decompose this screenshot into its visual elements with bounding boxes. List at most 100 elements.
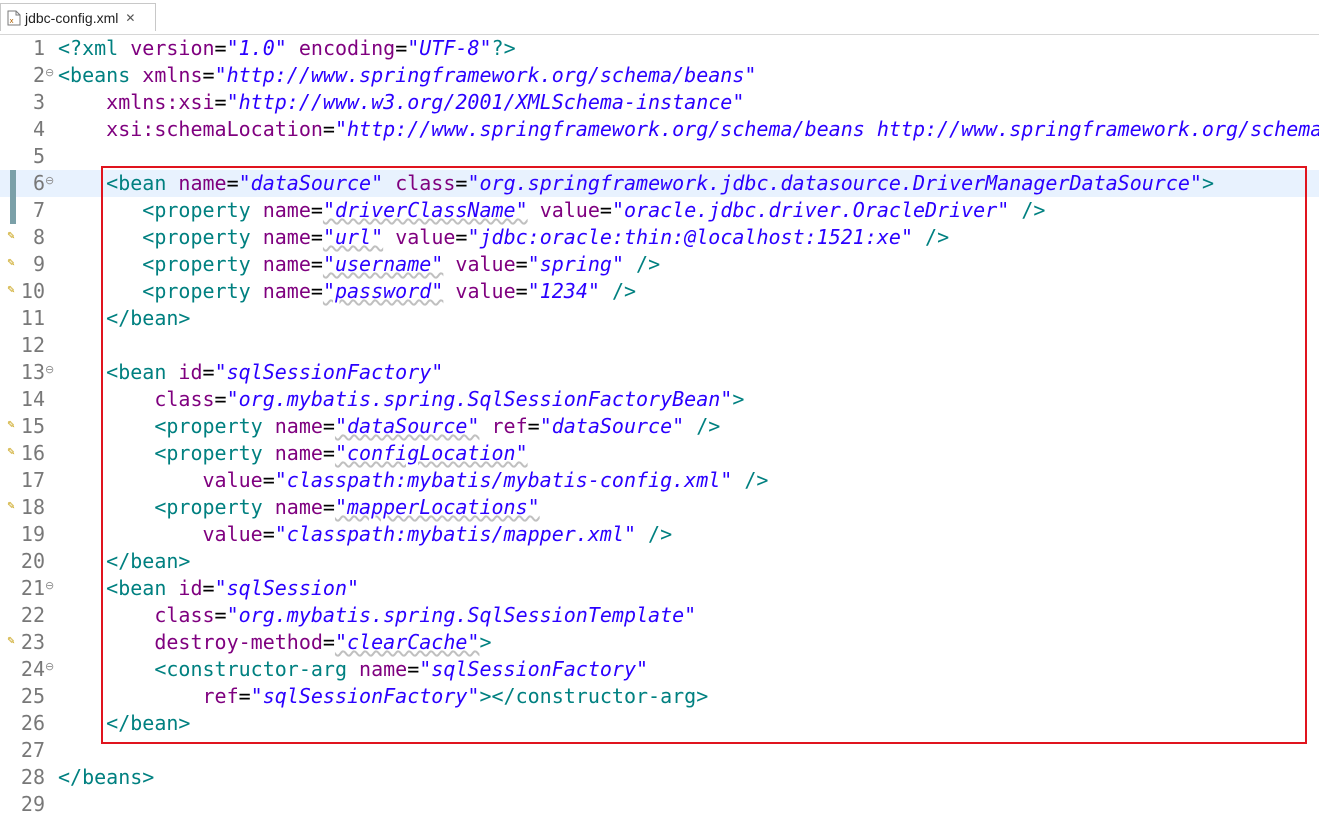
code-text: xsi:schemaLocation="http://www.springfra… <box>58 116 1319 143</box>
line-number: 13 <box>20 360 45 384</box>
line-number: 7 <box>32 198 45 222</box>
xml-tag: /> <box>611 279 637 303</box>
xml-value: "dataSource" <box>334 414 480 438</box>
whitespace: = <box>310 225 323 249</box>
code-line[interactable]: 11 </bean> <box>0 305 1319 332</box>
code-line[interactable]: 4 xsi:schemaLocation="http://www.springf… <box>0 116 1319 143</box>
code-line[interactable]: 6 ⊖ <bean name="dataSource" class="org.sp… <box>0 170 1319 197</box>
fold-toggle-icon[interactable]: ⊖ <box>45 175 56 186</box>
code-line[interactable]: 25 ref="sqlSessionFactory"></constructor… <box>0 683 1319 710</box>
xml-attribute: value <box>539 198 600 222</box>
code-line[interactable]: ✎ 8 <property name="url" value="jdbc:orac… <box>0 224 1319 251</box>
code-line[interactable]: 17 value="classpath:mybatis/mybatis-conf… <box>0 467 1319 494</box>
xml-value: "username" <box>322 252 444 276</box>
tab-jdbc-config[interactable]: x jdbc-config.xml ✕ <box>0 3 156 31</box>
line-number: 12 <box>20 333 45 357</box>
code-line[interactable]: 22 class="org.mybatis.spring.SqlSessionT… <box>0 602 1319 629</box>
xml-value: "http://www.w3.org/2001/XMLSchema-instan… <box>226 90 745 114</box>
fold-toggle-icon[interactable]: ⊖ <box>45 661 56 672</box>
xml-tag: <?xml <box>58 36 131 60</box>
xml-tag: <beans <box>58 63 143 87</box>
code-text: destroy-method="clearCache"> <box>58 629 491 656</box>
line-number: 5 <box>32 144 45 168</box>
xml-value: "password" <box>322 279 444 303</box>
code-line[interactable]: 14 class="org.mybatis.spring.SqlSessionF… <box>0 386 1319 413</box>
fold-toggle-icon[interactable]: ⊖ <box>45 67 56 78</box>
code-text: </bean> <box>58 305 190 332</box>
xml-value: "driverClassName" <box>322 198 528 222</box>
code-line[interactable]: ✎ 9 <property name="username" value="spri… <box>0 251 1319 278</box>
xml-attribute: class <box>154 603 215 627</box>
line-number: 15 <box>20 414 45 438</box>
line-number: 29 <box>20 792 45 816</box>
code-line[interactable]: 27 <box>0 737 1319 764</box>
code-line[interactable]: 26 </bean> <box>0 710 1319 737</box>
code-line[interactable]: 24 ⊖ <constructor-arg name="sqlSessionFac… <box>0 656 1319 683</box>
line-number: 8 <box>32 225 45 249</box>
code-text: class="org.mybatis.spring.SqlSessionTemp… <box>58 602 696 629</box>
line-number: 17 <box>20 468 45 492</box>
code-line[interactable]: ✎ 10 <property name="password" value="123… <box>0 278 1319 305</box>
xml-attribute: xsi:schemaLocation <box>106 117 323 141</box>
code-line[interactable]: 1 <?xml version="1.0" encoding="UTF-8"?> <box>0 35 1319 62</box>
code-text: <property name="url" value="jdbc:oracle:… <box>58 224 949 251</box>
xml-value: "sqlSessionFactory" <box>250 684 480 708</box>
xml-tag: <constructor-arg <box>154 657 360 681</box>
code-line[interactable]: 7 <property name="driverClassName" value… <box>0 197 1319 224</box>
xml-tag: /> <box>696 414 721 438</box>
line-number: 14 <box>20 387 45 411</box>
code-line[interactable]: ✎ 23 destroy-method="clearCache"> <box>0 629 1319 656</box>
xml-tag: <property <box>142 198 263 222</box>
xml-value: "url" <box>322 225 384 249</box>
line-number: 21 <box>20 576 45 600</box>
xml-attribute: destroy-method <box>154 630 323 654</box>
code-line[interactable]: 28 </beans> <box>0 764 1319 791</box>
xml-value: "oracle.jdbc.driver.OracleDriver" <box>611 198 1010 222</box>
code-line[interactable]: 5 <box>0 143 1319 170</box>
code-line[interactable]: 12 <box>0 332 1319 359</box>
line-number: 25 <box>20 684 45 708</box>
line-number: 24 <box>20 657 45 681</box>
whitespace: = <box>322 630 335 654</box>
xml-attribute: name <box>262 225 311 249</box>
xml-value: "spring" <box>527 252 624 276</box>
code-line[interactable]: 29 <box>0 791 1319 818</box>
xml-tag: <property <box>154 495 275 519</box>
code-text: value="classpath:mybatis/mapper.xml" /> <box>58 521 673 548</box>
xml-editor[interactable]: 1 <?xml version="1.0" encoding="UTF-8"?> 2… <box>0 34 1319 819</box>
xml-value: "classpath:mybatis/mapper.xml" <box>274 522 636 546</box>
xml-tag: > <box>1201 171 1215 195</box>
xml-attribute: ref <box>491 414 528 438</box>
xml-value: "configLocation" <box>334 441 528 465</box>
tab-close-icon[interactable]: ✕ <box>125 11 135 25</box>
whitespace: = <box>310 252 323 276</box>
code-line[interactable]: 3 xmlns:xsi="http://www.w3.org/2001/XMLS… <box>0 89 1319 116</box>
code-line[interactable]: 2 ⊖ <beans xmlns="http://www.springframewo… <box>0 62 1319 89</box>
code-line[interactable]: 19 value="classpath:mybatis/mapper.xml" … <box>0 521 1319 548</box>
code-line[interactable]: 21 ⊖ <bean id="sqlSession" <box>0 575 1319 602</box>
code-text: <property name="password" value="1234" /… <box>58 278 636 305</box>
code-line[interactable]: ✎ 18 <property name="mapperLocations" <box>0 494 1319 521</box>
code-line[interactable]: ✎ 16 <property name="configLocation" <box>0 440 1319 467</box>
line-number: 20 <box>20 549 45 573</box>
fold-toggle-icon[interactable]: ⊖ <box>45 364 56 375</box>
xml-attribute: id <box>178 576 203 600</box>
code-line[interactable]: ✎ 15 <property name="dataSource" ref="dat… <box>0 413 1319 440</box>
code-line[interactable]: 13 ⊖ <bean id="sqlSessionFactory" <box>0 359 1319 386</box>
xml-value: "classpath:mybatis/mybatis-config.xml" <box>274 468 733 492</box>
xml-tag: </bean> <box>106 549 191 573</box>
xml-tag: </bean> <box>106 306 191 330</box>
fold-toggle-icon[interactable]: ⊖ <box>45 580 56 591</box>
code-line[interactable]: 20 </bean> <box>0 548 1319 575</box>
whitespace: = <box>262 522 275 546</box>
line-number: 18 <box>20 495 45 519</box>
line-number: 11 <box>20 306 45 330</box>
